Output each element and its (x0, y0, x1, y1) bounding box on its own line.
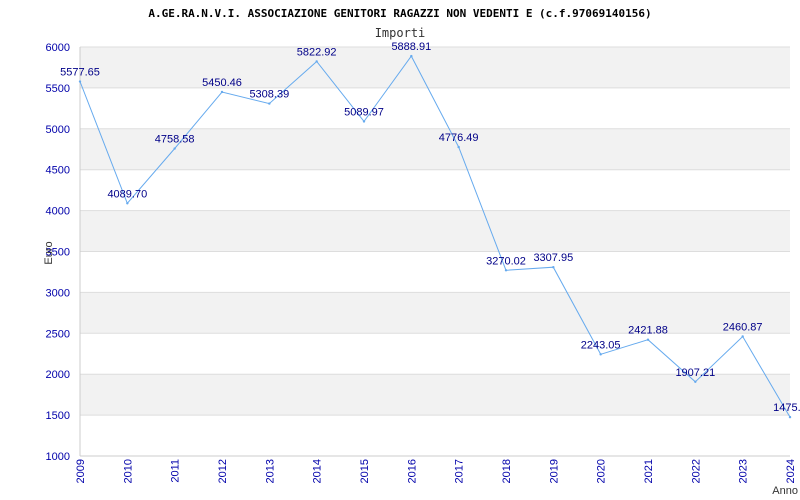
data-label: 2421.88 (628, 325, 668, 337)
data-point (362, 120, 366, 123)
data-label: 4758.58 (155, 134, 195, 146)
data-point (126, 202, 129, 205)
band (80, 210, 790, 252)
x-tick-label: 2017 (454, 459, 466, 483)
data-label: 5577.65 (60, 67, 100, 79)
y-tick-label: 2500 (46, 328, 70, 340)
x-tick-label: 2022 (690, 459, 702, 483)
data-label: 5089.97 (344, 106, 384, 118)
data-point (220, 90, 224, 94)
data-point (457, 145, 460, 149)
y-tick-label: 3000 (46, 287, 70, 299)
x-tick-label: 2016 (406, 459, 418, 483)
y-tick-label: 6000 (46, 42, 70, 54)
data-point (410, 54, 413, 58)
x-tick-label: 2019 (548, 459, 560, 483)
chart-subtitle: Importi (375, 26, 426, 40)
x-tick-label: 2010 (122, 459, 134, 483)
x-tick-label: 2018 (501, 459, 513, 483)
data-point (504, 269, 508, 272)
data-point (173, 147, 176, 150)
data-label: 5822.92 (297, 46, 337, 58)
x-tick-label: 2011 (170, 459, 182, 483)
x-tick-label: 2021 (643, 459, 655, 483)
data-point (78, 80, 82, 83)
x-tick-label: 2012 (217, 459, 229, 483)
data-point (315, 60, 318, 63)
data-label: 5450.46 (202, 77, 242, 89)
chart: A.GE.RA.N.V.I. ASSOCIAZIONE GENITORI RAG… (43, 7, 800, 497)
data-point (788, 415, 792, 419)
data-label: 5888.91 (391, 41, 431, 53)
x-tick-labels: 2009 2010 2011 2012 2013 2014 2015 2016 2017 2018… (75, 459, 797, 483)
y-tick-label: 5000 (46, 124, 70, 136)
data-point (552, 266, 555, 269)
data-label: 3270.02 (486, 255, 526, 267)
data-label: 1475.2 (773, 402, 800, 414)
y-tick-label: 4500 (46, 165, 70, 177)
y-tick-label: 2000 (46, 369, 70, 381)
y-axis-label: Euro (43, 241, 55, 264)
band (80, 374, 790, 416)
x-axis-label: Anno (772, 485, 798, 497)
y-tick-label: 5500 (46, 83, 70, 95)
x-tick-label: 2013 (264, 459, 276, 483)
data-point (599, 353, 602, 356)
x-tick-label: 2020 (596, 459, 608, 483)
data-label: 4776.49 (439, 132, 479, 144)
data-point (694, 380, 697, 383)
data-label: 4089.70 (107, 188, 147, 200)
band (80, 47, 790, 88)
x-tick-label: 2009 (75, 459, 87, 483)
chart-title: A.GE.RA.N.V.I. ASSOCIAZIONE GENITORI RAG… (148, 7, 651, 20)
data-label: 2460.87 (723, 322, 763, 334)
data-label: 1907.21 (675, 367, 715, 379)
data-label: 3307.95 (533, 252, 573, 264)
data-point (646, 338, 650, 341)
x-tick-label: 2024 (785, 459, 797, 483)
y-tick-label: 1000 (46, 451, 70, 463)
data-label: 5308.39 (249, 89, 289, 101)
data-label: 2243.05 (581, 339, 621, 351)
x-tick-label: 2014 (312, 459, 324, 483)
band (80, 292, 790, 334)
data-point (268, 102, 271, 105)
y-tick-label: 1500 (46, 410, 70, 422)
x-tick-label: 2015 (359, 459, 371, 483)
data-point (741, 335, 744, 338)
x-tick-label: 2023 (738, 459, 750, 483)
y-tick-label: 4000 (46, 206, 70, 218)
